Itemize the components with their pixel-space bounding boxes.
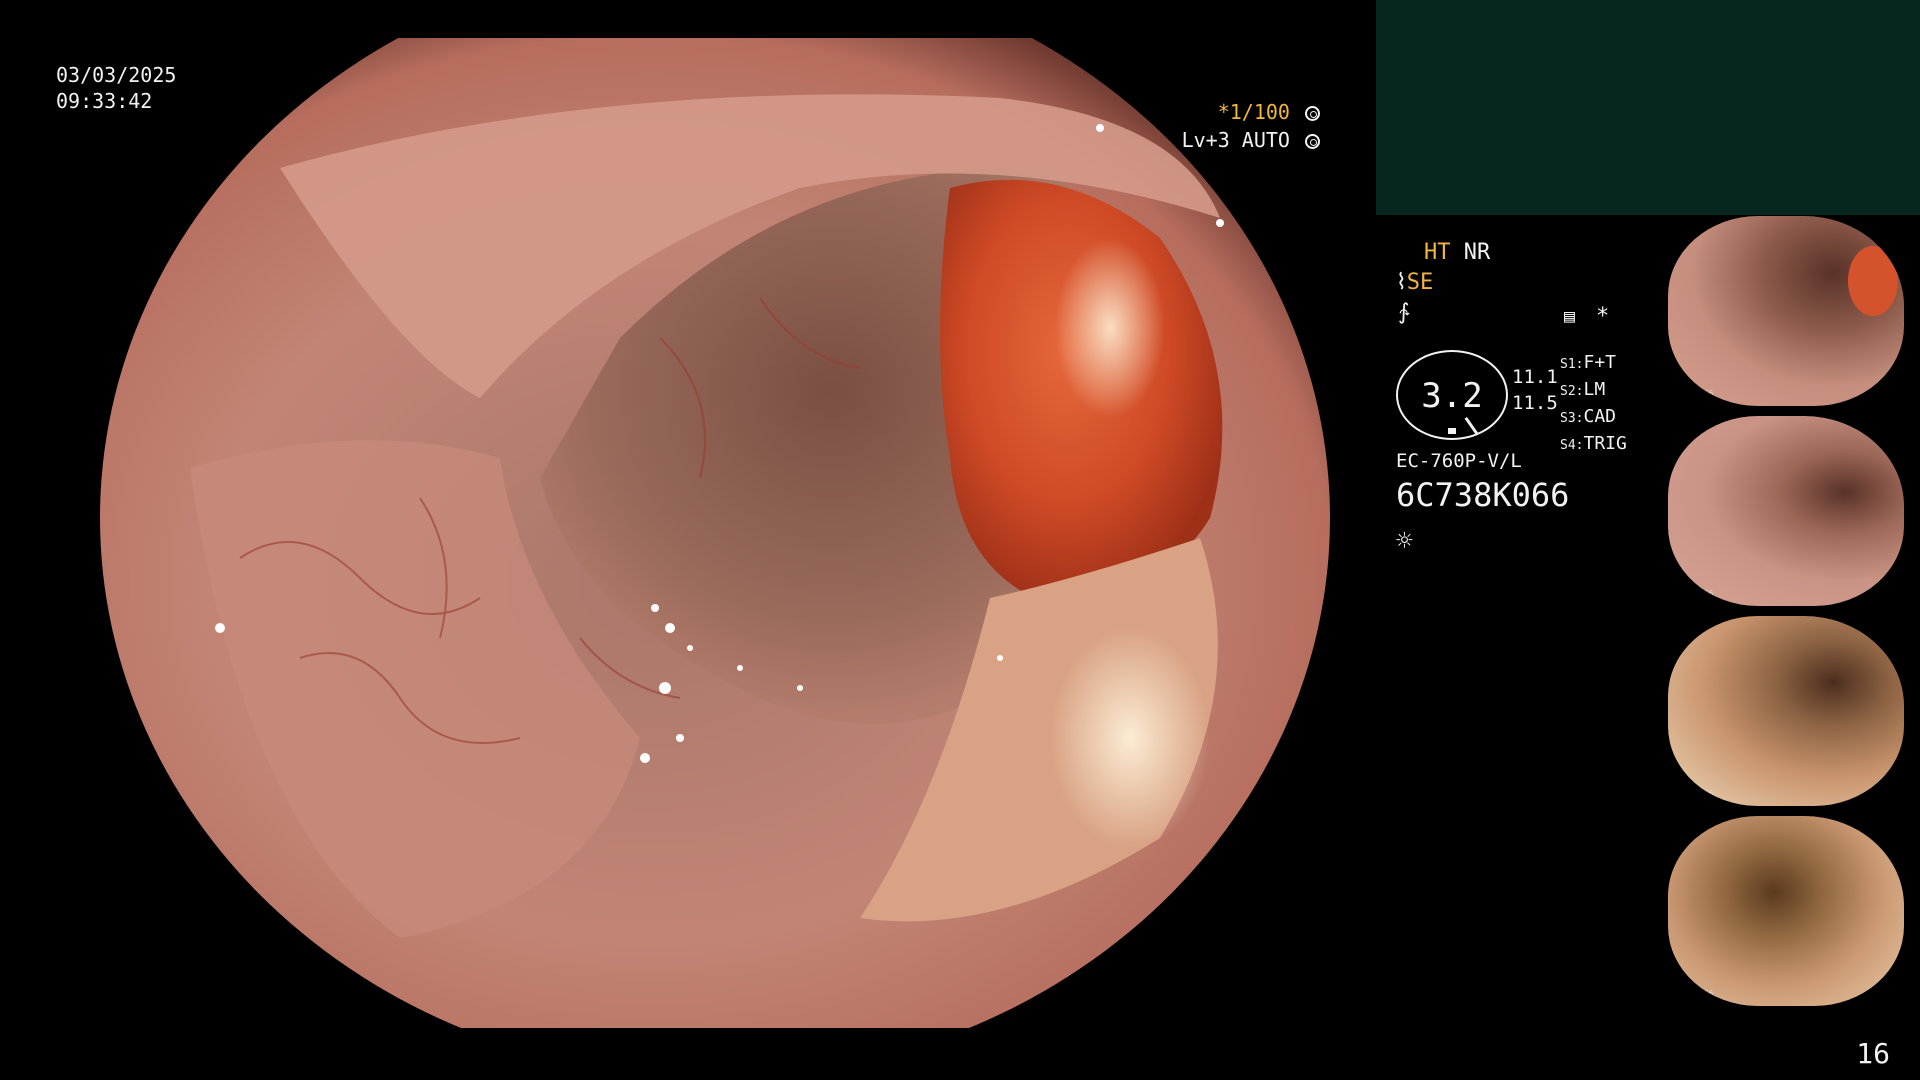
- thumbnail-3[interactable]: 6C738K066: [1668, 616, 1904, 806]
- colon-lumen-image: [100, 38, 1330, 1028]
- switch-key: S3:: [1560, 411, 1584, 426]
- switch-value: CAD: [1583, 406, 1616, 427]
- mode-nr: NR: [1463, 240, 1491, 265]
- side-value-2: 11.5: [1512, 392, 1558, 414]
- thumbnail-label: 6C738K066: [1670, 589, 1714, 598]
- shutter-ratio: *1/100: [1217, 100, 1290, 124]
- capture-thumbnails: 6C738K066 6C738K066 6C738K066 6C738K066: [1668, 216, 1920, 1016]
- thumbnail-4[interactable]: 6C738K066: [1668, 816, 1904, 1006]
- scope-serial: 6C738K066: [1396, 476, 1570, 514]
- asterisk-mark: *: [1596, 304, 1610, 329]
- freeze-icon: ∱: [1398, 300, 1410, 325]
- endoscope-display: 03/03/2025 09:33:42 *1/100 Lv+3 AUTO HT …: [0, 0, 1920, 1080]
- switch-key: S4:: [1560, 438, 1584, 453]
- mode-ht: HT: [1424, 240, 1451, 265]
- thumbnail-2[interactable]: 6C738K066: [1668, 416, 1904, 606]
- gauge-value: 3.2: [1421, 376, 1483, 416]
- thumbnail-label: 6C738K066: [1670, 389, 1714, 398]
- switch-list: S1:F+T S2:LM S3:CAD S4:TRIG: [1560, 350, 1627, 458]
- light-icon: ☼: [1396, 524, 1413, 557]
- scope-model: EC-760P-V/L: [1396, 450, 1522, 472]
- gauge-needle: [1464, 416, 1479, 436]
- polyp-highlight: [1848, 246, 1898, 316]
- exposure-settings: *1/100 Lv+3 AUTO: [1182, 98, 1320, 154]
- memo-icon: ▤: [1564, 306, 1575, 327]
- thumbnail-label: 6C738K066: [1670, 789, 1714, 798]
- switch-value: TRIG: [1583, 433, 1627, 454]
- endoscopic-view: [100, 38, 1330, 1028]
- time-text: 09:33:42: [56, 89, 153, 113]
- page-number: 16: [1856, 1037, 1890, 1070]
- switch-value: LM: [1583, 379, 1606, 400]
- brightness-level: Lv+3 AUTO: [1181, 128, 1290, 152]
- enhancement-gauge: 3.2: [1396, 350, 1508, 440]
- switch-key: S1:: [1560, 357, 1584, 372]
- switch-key: S2:: [1560, 384, 1584, 399]
- aperture-icon: [1305, 134, 1320, 149]
- mode-se: SE: [1406, 270, 1434, 295]
- switch-value: F+T: [1583, 352, 1616, 373]
- shutter-icon: [1305, 106, 1320, 121]
- date-text: 03/03/2025: [56, 63, 177, 87]
- datetime-readout: 03/03/2025 09:33:42: [56, 62, 176, 114]
- thumbnail-1[interactable]: 6C738K066: [1668, 216, 1904, 406]
- gauge-marker: [1448, 428, 1456, 434]
- status-area: [1376, 0, 1920, 215]
- scope-icon: ⌇: [1396, 270, 1407, 295]
- thumbnail-label: 6C738K066: [1670, 989, 1714, 998]
- side-value-1: 11.1: [1512, 366, 1558, 388]
- settings-panel: HT NR ⌇SE ∱ ▤ * 3.2 11.1 11.5 S1:F+T S2:…: [1396, 240, 1646, 570]
